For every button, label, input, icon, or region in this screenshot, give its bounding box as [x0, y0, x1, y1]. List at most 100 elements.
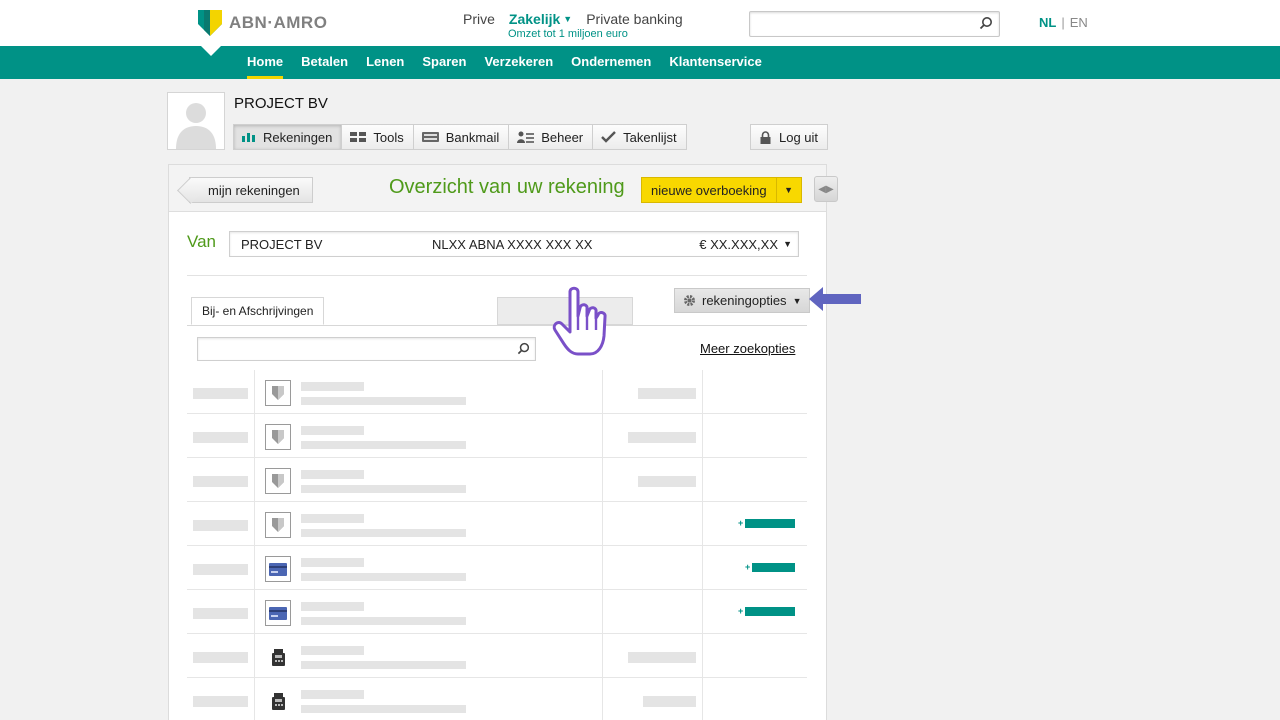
- date-cell: [187, 590, 255, 634]
- transaction-search-input[interactable]: [197, 337, 536, 361]
- logo-notch: [201, 46, 221, 56]
- description-placeholder: [301, 382, 364, 391]
- description-placeholder: [301, 558, 364, 567]
- brand-name: ABN·AMRO: [229, 13, 328, 32]
- transaction-list: + + +: [187, 370, 807, 720]
- description-placeholder: [301, 617, 466, 625]
- language-separator: |: [1061, 15, 1065, 30]
- tab-tools[interactable]: Tools: [341, 124, 414, 150]
- user-silhouette-icon: [168, 93, 224, 149]
- pos-terminal-icon: [265, 644, 291, 670]
- bar-chart-icon: [242, 132, 256, 142]
- amount-cell: [602, 370, 703, 414]
- caret-down-icon: ▼: [563, 14, 573, 24]
- account-name: PROJECT BV: [241, 237, 323, 252]
- tab-rekeningen[interactable]: Rekeningen: [233, 124, 343, 150]
- segment-subtitle: Omzet tot 1 miljoen euro: [508, 28, 628, 40]
- caret-down-icon[interactable]: ▼: [775, 178, 801, 202]
- tab-beheer-label: Beheer: [541, 129, 584, 145]
- date-cell: [187, 414, 255, 458]
- amount-cell: [602, 502, 703, 546]
- site-search-input[interactable]: [749, 11, 1000, 37]
- date-placeholder: [193, 388, 248, 399]
- table-row[interactable]: [187, 678, 807, 720]
- caret-down-icon: ▼: [783, 239, 792, 249]
- search-icon[interactable]: [979, 16, 993, 35]
- lock-icon: [760, 130, 771, 144]
- description-placeholder: [301, 426, 364, 435]
- table-row[interactable]: [187, 370, 807, 414]
- account-options-button[interactable]: rekeningopties ▼: [674, 288, 811, 313]
- nav-ondernemen[interactable]: Ondernemen: [571, 46, 651, 79]
- table-row[interactable]: +: [187, 590, 807, 634]
- nav-sparen[interactable]: Sparen: [422, 46, 466, 79]
- credit-amount: +: [738, 518, 796, 528]
- nav-lenen[interactable]: Lenen: [366, 46, 404, 79]
- caret-down-icon: ▼: [792, 295, 802, 306]
- abn-amro-logo[interactable]: ABN·AMRO: [198, 10, 327, 36]
- table-row[interactable]: +: [187, 502, 807, 546]
- segment-private-banking[interactable]: Private banking: [586, 11, 683, 27]
- nav-home[interactable]: Home: [247, 46, 284, 79]
- new-transfer-button[interactable]: nieuwe overboeking ▼: [641, 177, 802, 203]
- search-icon[interactable]: [517, 342, 530, 360]
- table-row[interactable]: +: [187, 546, 807, 590]
- logout-button[interactable]: Log uit: [750, 124, 829, 150]
- tab-takenlijst[interactable]: Takenlijst: [592, 124, 687, 150]
- segment-zakelijk[interactable]: Zakelijk ▼: [509, 11, 572, 27]
- shield-icon: [265, 380, 291, 406]
- back-to-accounts-button[interactable]: mijn rekeningen: [189, 177, 313, 203]
- tab-bij-en-afschrijvingen[interactable]: Bij- en Afschrijvingen: [191, 297, 325, 325]
- date-cell: [187, 502, 255, 546]
- credit-amount-placeholder: [752, 562, 796, 572]
- date-placeholder: [193, 476, 248, 487]
- gear-icon: [683, 294, 696, 307]
- nav-verzekeren[interactable]: Verzekeren: [484, 46, 553, 79]
- language-en[interactable]: EN: [1070, 15, 1088, 30]
- nav-betalen[interactable]: Betalen: [301, 46, 348, 79]
- segment-prive[interactable]: Prive: [463, 11, 495, 27]
- more-search-options-link[interactable]: Meer zoekopties: [700, 341, 795, 356]
- shield-icon: [265, 468, 291, 494]
- checkmark-icon: [601, 131, 616, 143]
- avatar: [167, 92, 225, 150]
- tab-tools-label: Tools: [373, 129, 404, 145]
- plus-icon: +: [745, 562, 751, 572]
- description-placeholder: [301, 661, 466, 669]
- new-transfer-label: nieuwe overboeking: [642, 178, 776, 202]
- account-balance: € XX.XXX,XX: [699, 237, 778, 252]
- table-row[interactable]: [187, 634, 807, 678]
- description-placeholder: [301, 573, 466, 581]
- amount-placeholder: [638, 476, 696, 487]
- description-placeholder: [301, 602, 364, 611]
- credit-amount-placeholder: [745, 518, 796, 528]
- date-cell: [187, 634, 255, 678]
- table-row[interactable]: [187, 458, 807, 502]
- tab-beheer[interactable]: Beheer: [508, 124, 594, 150]
- date-placeholder: [193, 520, 248, 531]
- back-button-label: mijn rekeningen: [208, 182, 300, 198]
- shield-logo-icon: [198, 10, 222, 36]
- tab-bankmail[interactable]: Bankmail: [412, 124, 510, 150]
- language-nl[interactable]: NL: [1039, 15, 1056, 30]
- account-options-label: rekeningopties: [702, 293, 787, 308]
- account-overview-panel: mijn rekeningen Overzicht van uw rekenin…: [168, 164, 838, 720]
- credit-amount-placeholder: [745, 606, 796, 616]
- description-placeholder: [301, 470, 364, 479]
- date-placeholder: [193, 608, 248, 619]
- date-placeholder: [193, 696, 248, 707]
- table-row[interactable]: [187, 414, 807, 458]
- shield-icon: [265, 512, 291, 538]
- amount-cell: [602, 546, 703, 590]
- expand-collapse-arrows-icon[interactable]: ◀▶: [814, 176, 838, 202]
- nav-klantenservice[interactable]: Klantenservice: [669, 46, 762, 79]
- description-placeholder: [301, 529, 466, 537]
- account-select[interactable]: PROJECT BV NLXX ABNA XXXX XXX XX € XX.XX…: [229, 231, 799, 257]
- shield-icon: [265, 424, 291, 450]
- logout-label: Log uit: [779, 129, 819, 145]
- amount-cell: [602, 414, 703, 458]
- panel-header: mijn rekeningen Overzicht van uw rekenin…: [169, 165, 838, 212]
- amount-placeholder: [628, 432, 696, 443]
- amount-cell: [602, 634, 703, 678]
- pos-terminal-icon: [265, 688, 291, 714]
